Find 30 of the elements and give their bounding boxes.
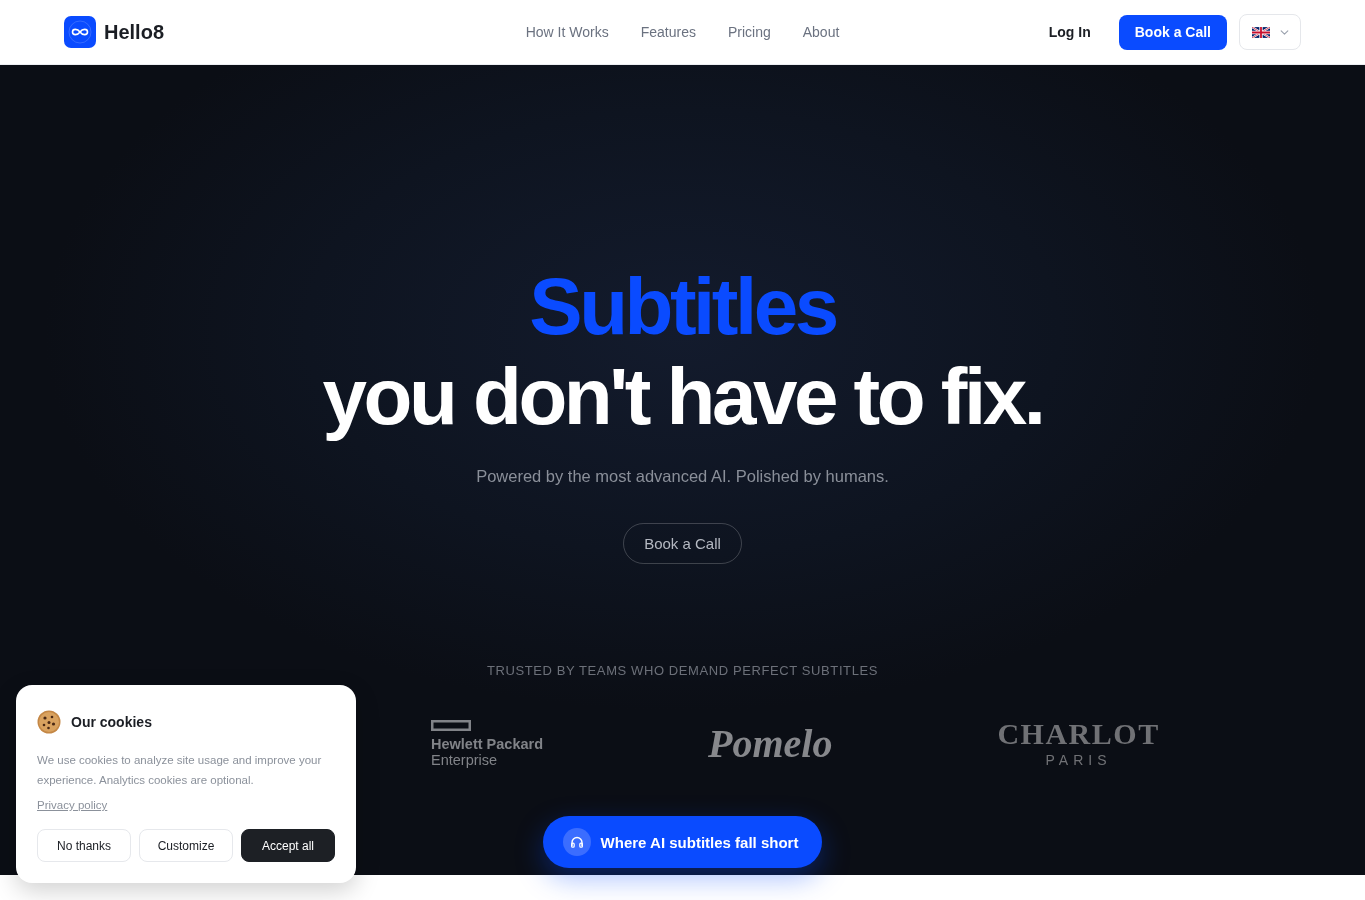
- trusted-by-label: TRUSTED BY TEAMS WHO DEMAND PERFECT SUBTITLES: [486, 662, 879, 680]
- hero-heading: you don't have to fix.: [322, 352, 1043, 442]
- nav-link[interactable]: How It Works: [525, 24, 609, 40]
- nav-link[interactable]: About: [802, 24, 840, 40]
- cookie-description: We use cookies to analyze site usage and improve your experience. Analytics cookies are optional.: [37, 753, 323, 788]
- infinity-logo-icon[interactable]: [64, 16, 96, 48]
- cookie-icon: [37, 710, 61, 734]
- nav-link[interactable]: Features: [640, 24, 696, 40]
- logo-text: Hewlett Packard: [431, 736, 544, 752]
- where-ai-falls-short-button[interactable]: Where AI subtitles fall short: [542, 816, 823, 868]
- cookie-title: Our cookies: [71, 714, 152, 730]
- logo-text: Pomelo: [708, 721, 833, 767]
- cookie-button[interactable]: No thanks: [37, 829, 131, 862]
- logo-text: Enterprise: [431, 752, 498, 768]
- login-link[interactable]: Log In: [1048, 24, 1091, 40]
- brand-name[interactable]: Hello8: [104, 20, 165, 44]
- privacy-policy-link[interactable]: Privacy policy: [37, 795, 108, 815]
- rectangle-icon: [431, 720, 471, 731]
- hero-heading-highlight: Subtitles: [529, 262, 836, 352]
- headphones-icon: [562, 828, 591, 856]
- book-call-button[interactable]: Book a Call: [1118, 14, 1227, 50]
- cookie-button[interactable]: Customize: [139, 829, 233, 862]
- cookie-button[interactable]: Accept all: [241, 829, 335, 862]
- flag-icon: [1251, 26, 1270, 38]
- logo-text: CHARLOT: [997, 718, 1160, 750]
- hero-subtitle: Powered by the most advanced AI. Polished by humans.: [476, 466, 889, 487]
- chevron-down-icon: [1279, 29, 1289, 35]
- language-dropdown[interactable]: [1239, 14, 1301, 50]
- logo-text: PARIS: [1045, 751, 1112, 770]
- nav-link[interactable]: Pricing: [727, 24, 771, 40]
